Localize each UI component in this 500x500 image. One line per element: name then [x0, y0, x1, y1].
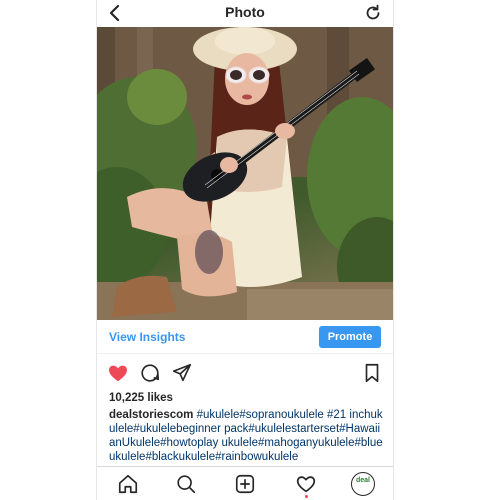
search-icon[interactable] [175, 473, 197, 495]
page-title: Photo [225, 4, 265, 20]
profile-badge-text: deal [355, 477, 370, 484]
post-actions [97, 358, 393, 388]
activity-heart-icon[interactable] [295, 473, 317, 495]
heart-filled-icon[interactable] [107, 362, 129, 384]
caption-username[interactable]: dealstoriescom [109, 409, 193, 421]
promote-button[interactable]: Promote [319, 326, 381, 348]
top-bar: Photo [97, 0, 393, 28]
post-photo[interactable] [97, 27, 393, 320]
photo-illustration [97, 27, 393, 320]
likes-count[interactable]: 10,225 likes [109, 392, 173, 404]
comment-icon[interactable] [139, 362, 161, 384]
activity-indicator-dot [305, 495, 308, 498]
bottom-navigation: deal [97, 466, 393, 500]
profile-icon[interactable]: deal [351, 472, 375, 496]
bookmark-icon[interactable] [361, 362, 383, 384]
insights-bar: View Insights Promote [97, 321, 393, 354]
home-icon[interactable] [117, 473, 139, 495]
send-icon[interactable] [171, 362, 193, 384]
post-caption: dealstoriescom #ukulele#sopranoukulele #… [109, 408, 385, 464]
view-insights-link[interactable]: View Insights [109, 330, 185, 344]
instagram-post-screen: Photo View Insights Promote 10,225 likes… [96, 0, 394, 500]
add-post-icon[interactable] [234, 473, 256, 495]
refresh-icon[interactable] [363, 3, 383, 23]
